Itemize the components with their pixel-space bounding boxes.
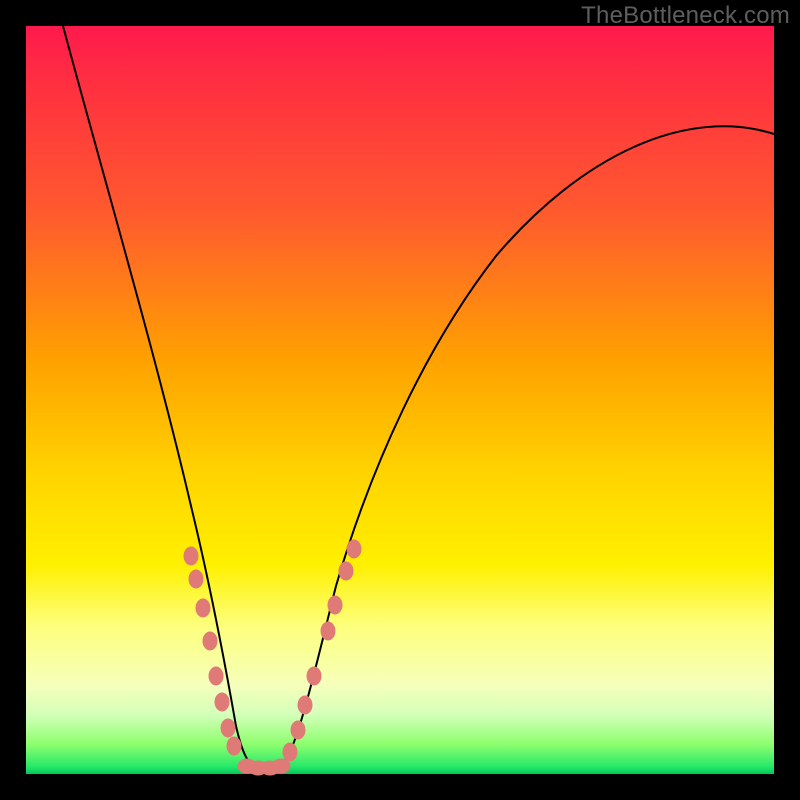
curve-layer [26,26,774,774]
marker-dot [196,599,210,617]
marker-dot [291,721,305,739]
marker-dot [298,696,312,714]
marker-dot [184,547,198,565]
watermark-text: TheBottleneck.com [581,2,790,30]
marker-dot [203,632,217,650]
marker-dot [215,693,229,711]
marker-dot [339,562,353,580]
plot-area [26,26,774,774]
chart-frame: TheBottleneck.com [0,0,800,800]
marker-dot [227,737,241,755]
marker-dot [347,540,361,558]
marker-dot [307,667,321,685]
marker-group [184,540,361,775]
marker-dot [189,570,203,588]
marker-dot [321,622,335,640]
marker-dot [221,719,235,737]
marker-dot [272,759,290,773]
marker-dot [283,743,297,761]
marker-dot [328,596,342,614]
bottleneck-curve [63,26,774,769]
marker-dot [209,667,223,685]
